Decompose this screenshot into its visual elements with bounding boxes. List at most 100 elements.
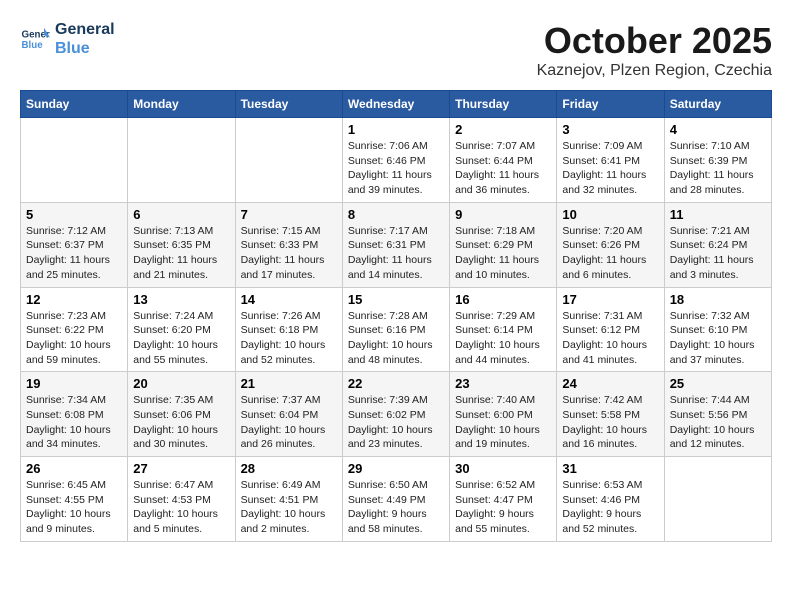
calendar-cell: 28Sunrise: 6:49 AM Sunset: 4:51 PM Dayli… xyxy=(235,457,342,542)
day-number: 23 xyxy=(455,376,551,391)
day-detail: Sunrise: 7:37 AM Sunset: 6:04 PM Dayligh… xyxy=(241,393,337,452)
calendar-cell: 17 Sunrise: 7:31 AM Sunset: 6:12 PM Dayli… xyxy=(557,287,664,372)
day-detail: Sunrise: 7:28 AM Sunset: 6:16 PM Dayligh… xyxy=(348,309,444,368)
day-detail: Sunrise: 6:53 AM Sunset: 4:46 PM Dayligh… xyxy=(562,478,658,537)
day-number: 5 xyxy=(26,207,122,222)
calendar-cell: 16Sunrise: 7:29 AM Sunset: 6:14 PM Dayli… xyxy=(450,287,557,372)
day-detail: Sunrise: 7:34 AM Sunset: 6:08 PM Dayligh… xyxy=(26,393,122,452)
day-number: 6 xyxy=(133,207,229,222)
calendar-cell: 26 Sunrise: 6:45 AM Sunset: 4:55 PM Dayli… xyxy=(21,457,128,542)
day-detail: Sunrise: 7:23 AM Sunset: 6:22 PM Dayligh… xyxy=(26,309,122,368)
day-number: 13 xyxy=(133,292,229,307)
day-number: 31 xyxy=(562,461,658,476)
calendar-cell: 24 Sunrise: 7:42 AM Sunset: 5:58 PM Dayli… xyxy=(557,372,664,457)
day-detail: Sunrise: 7:42 AM Sunset: 5:58 PM Dayligh… xyxy=(562,393,658,452)
day-number: 30 xyxy=(455,461,551,476)
day-number: 20 xyxy=(133,376,229,391)
calendar-cell xyxy=(235,118,342,203)
day-detail: Sunrise: 7:44 AM Sunset: 5:56 PM Dayligh… xyxy=(670,393,766,452)
day-number: 17 xyxy=(562,292,658,307)
calendar-week-row: 26 Sunrise: 6:45 AM Sunset: 4:55 PM Dayli… xyxy=(21,457,772,542)
day-number: 3 xyxy=(562,122,658,137)
calendar-week-row: 1Sunrise: 7:06 AM Sunset: 6:46 PM Daylig… xyxy=(21,118,772,203)
day-detail: Sunrise: 7:32 AM Sunset: 6:10 PM Dayligh… xyxy=(670,309,766,368)
day-number: 22 xyxy=(348,376,444,391)
day-detail: Sunrise: 7:31 AM Sunset: 6:12 PM Dayligh… xyxy=(562,309,658,368)
calendar-cell: 3 Sunrise: 7:09 AM Sunset: 6:41 PM Daylig… xyxy=(557,118,664,203)
calendar-cell xyxy=(128,118,235,203)
calendar-cell xyxy=(21,118,128,203)
svg-text:Blue: Blue xyxy=(22,40,44,51)
day-number: 11 xyxy=(670,207,766,222)
day-number: 25 xyxy=(670,376,766,391)
day-number: 2 xyxy=(455,122,551,137)
calendar-table: SundayMondayTuesdayWednesdayThursdayFrid… xyxy=(20,90,772,542)
calendar-cell: 18Sunrise: 7:32 AM Sunset: 6:10 PM Dayli… xyxy=(664,287,771,372)
calendar-cell: 8 Sunrise: 7:17 AM Sunset: 6:31 PM Daylig… xyxy=(342,202,449,287)
calendar-cell: 2Sunrise: 7:07 AM Sunset: 6:44 PM Daylig… xyxy=(450,118,557,203)
day-number: 10 xyxy=(562,207,658,222)
day-detail: Sunrise: 7:13 AM Sunset: 6:35 PM Dayligh… xyxy=(133,224,229,283)
calendar-cell: 29 Sunrise: 6:50 AM Sunset: 4:49 PM Dayli… xyxy=(342,457,449,542)
calendar-cell: 11Sunrise: 7:21 AM Sunset: 6:24 PM Dayli… xyxy=(664,202,771,287)
weekday-header-saturday: Saturday xyxy=(664,91,771,118)
day-detail: Sunrise: 7:40 AM Sunset: 6:00 PM Dayligh… xyxy=(455,393,551,452)
day-detail: Sunrise: 7:09 AM Sunset: 6:41 PM Dayligh… xyxy=(562,139,658,198)
day-detail: Sunrise: 7:10 AM Sunset: 6:39 PM Dayligh… xyxy=(670,139,766,198)
day-number: 26 xyxy=(26,461,122,476)
calendar-week-row: 5Sunrise: 7:12 AM Sunset: 6:37 PM Daylig… xyxy=(21,202,772,287)
title-block: October 2025 Kaznejov, Plzen Region, Cze… xyxy=(537,20,772,80)
calendar-cell: 5Sunrise: 7:12 AM Sunset: 6:37 PM Daylig… xyxy=(21,202,128,287)
day-detail: Sunrise: 7:35 AM Sunset: 6:06 PM Dayligh… xyxy=(133,393,229,452)
weekday-header-tuesday: Tuesday xyxy=(235,91,342,118)
calendar-cell: 30 Sunrise: 6:52 AM Sunset: 4:47 PM Dayli… xyxy=(450,457,557,542)
calendar-week-row: 19 Sunrise: 7:34 AM Sunset: 6:08 PM Dayli… xyxy=(21,372,772,457)
calendar-cell: 19 Sunrise: 7:34 AM Sunset: 6:08 PM Dayli… xyxy=(21,372,128,457)
day-detail: Sunrise: 6:45 AM Sunset: 4:55 PM Dayligh… xyxy=(26,478,122,537)
calendar-week-row: 12 Sunrise: 7:23 AM Sunset: 6:22 PM Dayli… xyxy=(21,287,772,372)
day-detail: Sunrise: 7:24 AM Sunset: 6:20 PM Dayligh… xyxy=(133,309,229,368)
day-detail: Sunrise: 7:06 AM Sunset: 6:46 PM Dayligh… xyxy=(348,139,444,198)
day-detail: Sunrise: 7:20 AM Sunset: 6:26 PM Dayligh… xyxy=(562,224,658,283)
calendar-cell: 1Sunrise: 7:06 AM Sunset: 6:46 PM Daylig… xyxy=(342,118,449,203)
day-detail: Sunrise: 6:50 AM Sunset: 4:49 PM Dayligh… xyxy=(348,478,444,537)
day-number: 24 xyxy=(562,376,658,391)
day-detail: Sunrise: 6:52 AM Sunset: 4:47 PM Dayligh… xyxy=(455,478,551,537)
calendar-cell: 9Sunrise: 7:18 AM Sunset: 6:29 PM Daylig… xyxy=(450,202,557,287)
calendar-cell: 15 Sunrise: 7:28 AM Sunset: 6:16 PM Dayli… xyxy=(342,287,449,372)
weekday-header-sunday: Sunday xyxy=(21,91,128,118)
day-number: 7 xyxy=(241,207,337,222)
day-number: 21 xyxy=(241,376,337,391)
day-number: 19 xyxy=(26,376,122,391)
day-number: 14 xyxy=(241,292,337,307)
location: Kaznejov, Plzen Region, Czechia xyxy=(537,62,772,80)
day-number: 16 xyxy=(455,292,551,307)
weekday-header-friday: Friday xyxy=(557,91,664,118)
logo: General Blue General Blue xyxy=(20,20,115,58)
day-detail: Sunrise: 6:47 AM Sunset: 4:53 PM Dayligh… xyxy=(133,478,229,537)
day-detail: Sunrise: 7:15 AM Sunset: 6:33 PM Dayligh… xyxy=(241,224,337,283)
logo-icon: General Blue xyxy=(20,24,50,54)
calendar-cell: 13 Sunrise: 7:24 AM Sunset: 6:20 PM Dayli… xyxy=(128,287,235,372)
calendar-cell: 27 Sunrise: 6:47 AM Sunset: 4:53 PM Dayli… xyxy=(128,457,235,542)
calendar-cell: 4Sunrise: 7:10 AM Sunset: 6:39 PM Daylig… xyxy=(664,118,771,203)
day-number: 15 xyxy=(348,292,444,307)
calendar-cell xyxy=(664,457,771,542)
day-detail: Sunrise: 7:17 AM Sunset: 6:31 PM Dayligh… xyxy=(348,224,444,283)
page-header: General Blue General Blue October 2025 K… xyxy=(20,20,772,80)
day-number: 8 xyxy=(348,207,444,222)
calendar-cell: 31 Sunrise: 6:53 AM Sunset: 4:46 PM Dayli… xyxy=(557,457,664,542)
calendar-cell: 22 Sunrise: 7:39 AM Sunset: 6:02 PM Dayli… xyxy=(342,372,449,457)
day-detail: Sunrise: 7:26 AM Sunset: 6:18 PM Dayligh… xyxy=(241,309,337,368)
day-number: 29 xyxy=(348,461,444,476)
calendar-cell: 7 Sunrise: 7:15 AM Sunset: 6:33 PM Daylig… xyxy=(235,202,342,287)
day-detail: Sunrise: 7:39 AM Sunset: 6:02 PM Dayligh… xyxy=(348,393,444,452)
weekday-header-wednesday: Wednesday xyxy=(342,91,449,118)
day-number: 27 xyxy=(133,461,229,476)
weekday-header-monday: Monday xyxy=(128,91,235,118)
day-number: 12 xyxy=(26,292,122,307)
logo-general: General xyxy=(55,20,115,39)
calendar-cell: 14 Sunrise: 7:26 AM Sunset: 6:18 PM Dayli… xyxy=(235,287,342,372)
calendar-cell: 23 Sunrise: 7:40 AM Sunset: 6:00 PM Dayli… xyxy=(450,372,557,457)
day-number: 28 xyxy=(241,461,337,476)
